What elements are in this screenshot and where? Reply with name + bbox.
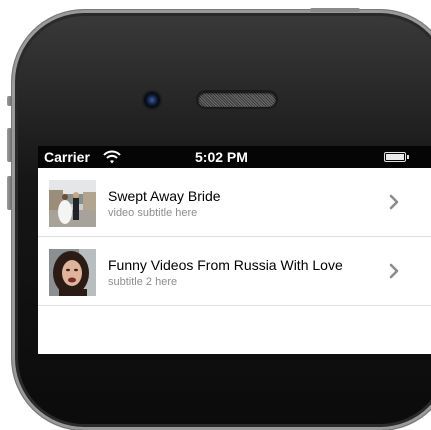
chevron-right-icon bbox=[389, 194, 399, 210]
volume-down-button bbox=[7, 176, 12, 210]
volume-up-button bbox=[7, 128, 12, 162]
status-bar: Carrier 5:02 PM bbox=[38, 146, 431, 168]
phone-screen: Carrier 5:02 PM Swept Away Bride video s… bbox=[38, 146, 431, 354]
video-subtitle: subtitle 2 here bbox=[108, 276, 178, 288]
chevron-right-icon bbox=[389, 263, 399, 279]
video-subtitle: video subtitle here bbox=[108, 207, 198, 219]
power-button bbox=[310, 8, 360, 12]
status-time: 5:02 PM bbox=[195, 149, 248, 165]
video-title: Swept Away Bride bbox=[108, 188, 221, 204]
video-row-2[interactable]: Funny Videos From Russia With Love subti… bbox=[38, 237, 431, 306]
mute-switch bbox=[7, 96, 12, 106]
wifi-icon bbox=[103, 150, 121, 164]
video-row-1[interactable]: Swept Away Bride video subtitle here bbox=[38, 168, 431, 237]
earpiece-speaker bbox=[198, 92, 276, 107]
woman-portrait-photo bbox=[49, 249, 96, 296]
video-title: Funny Videos From Russia With Love bbox=[108, 257, 343, 273]
wedding-photo bbox=[49, 180, 96, 227]
battery-icon bbox=[384, 152, 409, 162]
camera-lens bbox=[144, 92, 160, 108]
carrier-label: Carrier bbox=[44, 149, 90, 165]
